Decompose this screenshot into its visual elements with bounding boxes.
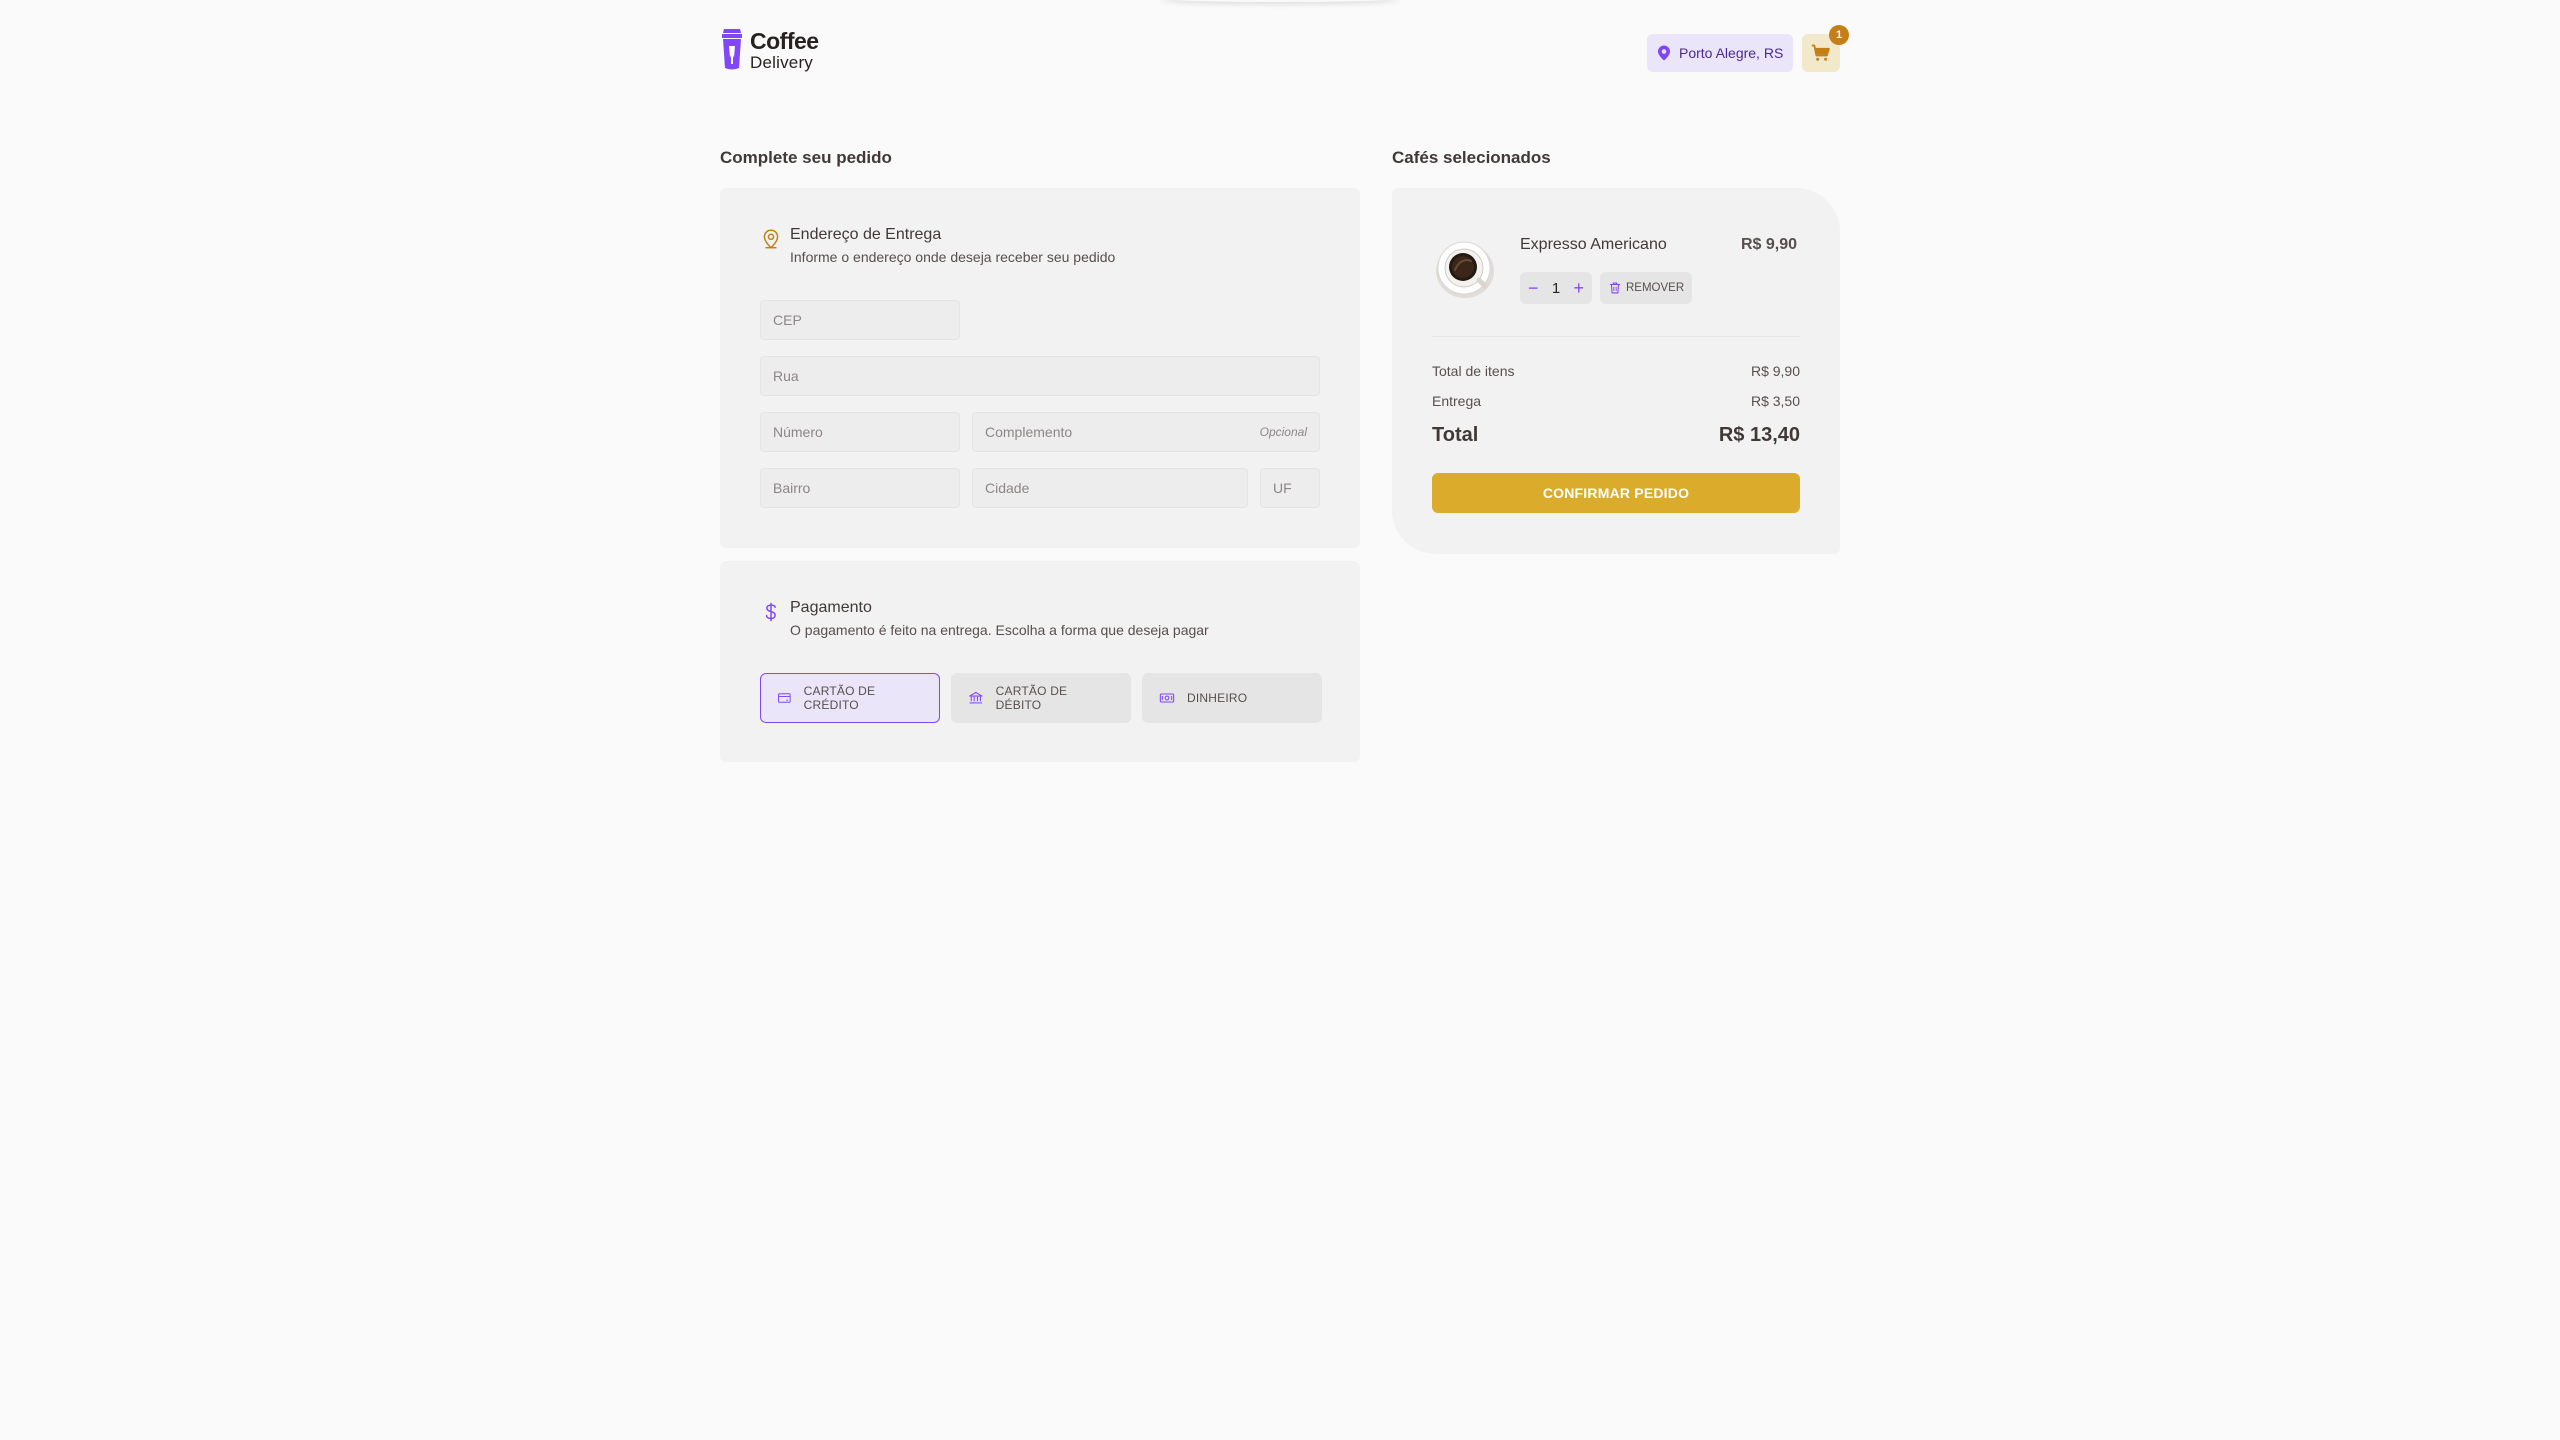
shopping-cart-icon (1811, 44, 1830, 61)
logo[interactable]: Coffee Delivery (720, 28, 819, 72)
order-summary-card: Expresso Americano R$ 9,90 − 1 + REMOVER… (1392, 188, 1840, 554)
payment-option-label: CARTÃO DE CRÉDITO (803, 684, 876, 712)
complement-field[interactable]: Opcional (972, 412, 1320, 452)
number-field[interactable] (760, 412, 960, 452)
neighborhood-field[interactable] (760, 468, 960, 508)
payment-card: Pagamento O pagamento é feito na entrega… (720, 561, 1360, 762)
location-badge[interactable]: Porto Alegre, RS (1647, 34, 1794, 72)
trash-icon (1609, 282, 1621, 294)
bank-icon (969, 691, 983, 704)
map-pin-outline-icon (763, 229, 779, 249)
delivery-row: Entrega R$ 3,50 (1432, 393, 1800, 409)
state-field[interactable] (1260, 468, 1320, 508)
cart-count-badge: 1 (1829, 25, 1849, 45)
coffee-cup-logo-icon (722, 29, 742, 70)
total-items-value: R$ 9,90 (1750, 363, 1800, 379)
city-input[interactable] (985, 480, 1235, 496)
street-field[interactable] (760, 356, 1320, 396)
number-input[interactable] (773, 424, 947, 440)
location-text: Porto Alegre, RS (1679, 45, 1784, 61)
total-row: Total R$ 13,40 (1432, 424, 1800, 447)
cart-button[interactable]: 1 (1802, 25, 1849, 72)
total-value: R$ 13,40 (1718, 424, 1800, 446)
complement-input[interactable] (985, 424, 1260, 440)
cep-input[interactable] (773, 312, 947, 328)
logo-subtitle: Delivery (750, 52, 814, 72)
remove-button[interactable]: REMOVER (1600, 272, 1693, 304)
delivery-label: Entrega (1432, 393, 1482, 409)
payment-option-cash[interactable]: DINHEIRO (1142, 673, 1322, 723)
payment-option-label: CARTÃO DE DÉBITO (995, 684, 1068, 712)
payment-option-label: DINHEIRO (1187, 691, 1248, 705)
payment-subtitle: O pagamento é feito na entrega. Escolha … (790, 622, 1209, 638)
currency-dollar-icon (765, 602, 776, 622)
quantity-value: 1 (1551, 279, 1561, 297)
payment-option-credit[interactable]: CARTÃO DE CRÉDITO (760, 673, 940, 723)
money-icon (1159, 693, 1175, 703)
complement-optional-hint: Opcional (1259, 425, 1307, 439)
address-card: Endereço de Entrega Informe o endereço o… (720, 188, 1360, 548)
plus-icon[interactable]: + (1573, 279, 1584, 297)
delivery-value: R$ 3,50 (1750, 393, 1800, 409)
divider (1432, 336, 1800, 337)
total-items-row: Total de itens R$ 9,90 (1432, 363, 1800, 379)
payment-option-debit[interactable]: CARTÃO DE DÉBITO (951, 673, 1131, 723)
remove-label: REMOVER (1626, 282, 1685, 294)
address-title: Endereço de Entrega (790, 226, 942, 243)
payment-options: CARTÃO DE CRÉDITO CARTÃO DE DÉBITO DINHE… (760, 673, 1322, 723)
coffee-cup-image-icon (1436, 241, 1494, 298)
minus-icon[interactable]: − (1528, 279, 1539, 297)
state-input[interactable] (1273, 480, 1307, 496)
neighborhood-input[interactable] (773, 480, 947, 496)
cart-item-price: R$ 9,90 (1740, 236, 1797, 253)
total-items-label: Total de itens (1432, 363, 1515, 379)
credit-card-icon (778, 693, 791, 703)
total-label: Total (1432, 424, 1479, 446)
checkout-page: Coffee Delivery Porto Alegre, RS 1 Compl… (0, 0, 2560, 1440)
logo-text: Coffee Delivery (750, 27, 819, 72)
payment-header: Pagamento O pagamento é feito na entrega… (760, 599, 1209, 638)
selected-coffees-title: Cafés selecionados (1392, 148, 1551, 167)
address-subtitle: Informe o endereço onde deseja receber s… (790, 249, 1116, 265)
cart-item-name: Expresso Americano (1520, 236, 1667, 253)
street-input[interactable] (773, 368, 1307, 384)
map-pin-icon (1658, 45, 1670, 61)
cep-field[interactable] (760, 300, 960, 340)
checkout-title: Complete seu pedido (720, 148, 892, 167)
address-header: Endereço de Entrega Informe o endereço o… (760, 226, 1115, 265)
logo-title: Coffee (750, 27, 819, 54)
confirm-order-button[interactable]: CONFIRMAR PEDIDO (1432, 473, 1800, 513)
payment-title: Pagamento (790, 599, 872, 616)
top-shadow-decoration (1160, 0, 1400, 2)
quantity-stepper: − 1 + (1520, 272, 1592, 304)
city-field[interactable] (972, 468, 1248, 508)
